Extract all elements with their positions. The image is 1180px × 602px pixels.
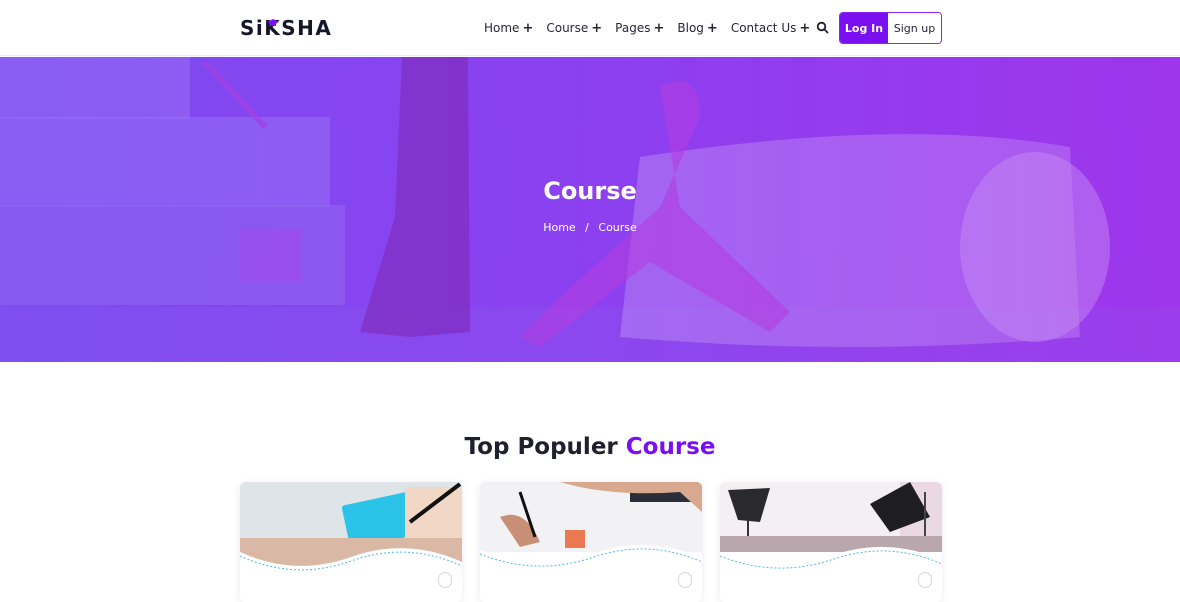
course-thumbnail [720,482,942,602]
nav-item-label: Course [546,21,589,35]
nav-item-course[interactable]: Course + [546,21,602,36]
breadcrumb-separator: / [585,221,589,234]
nav-item-home[interactable]: Home + [484,21,533,36]
section-title: Top Populer Course [0,434,1180,460]
nav-item-label: Blog [677,21,704,35]
course-card[interactable] [240,482,462,602]
hero-banner: Course Home / Course [0,57,1180,362]
nav-item-contact-us[interactable]: Contact Us + [731,21,810,36]
breadcrumb-current: Course [598,221,637,234]
price-badge [678,572,692,588]
plus-icon: + [706,20,718,36]
navbar: S i KSHA Home + Course + Pages + Blog + … [0,0,1180,56]
plus-icon: + [522,20,534,36]
signup-button[interactable]: Sign up [888,13,941,43]
nav-item-label: Pages [615,21,651,35]
plus-icon: + [653,20,665,36]
price-badge [438,572,452,588]
course-thumbnail [240,482,462,602]
auth-buttons: Log In Sign up [839,12,942,44]
logo-letter-s: S [240,16,256,40]
nav-item-label: Home [484,21,520,35]
breadcrumb: Home / Course [0,221,1180,234]
nav-item-pages[interactable]: Pages + [615,21,664,36]
nav-item-label: Contact Us [730,21,797,35]
main-nav: Home + Course + Pages + Blog + Contact U… [484,0,823,56]
logo-letter-i: i [256,16,279,40]
course-card[interactable] [480,482,702,602]
search-icon[interactable] [816,21,829,34]
login-button[interactable]: Log In [840,13,888,43]
plus-icon: + [799,20,811,36]
plus-icon: + [591,20,603,36]
page-title: Course [543,177,637,205]
site-logo[interactable]: S i KSHA [240,14,332,42]
nav-item-blog[interactable]: Blog + [677,21,717,36]
section-title-main: Top Populer [464,434,626,460]
section-title-accent: Course [625,434,716,460]
course-thumbnail [480,482,702,602]
graduation-cap-icon [266,19,279,26]
hero-overlay [0,57,1180,362]
course-card[interactable] [720,482,942,602]
breadcrumb-home-link[interactable]: Home [543,221,575,234]
price-badge [918,572,932,588]
